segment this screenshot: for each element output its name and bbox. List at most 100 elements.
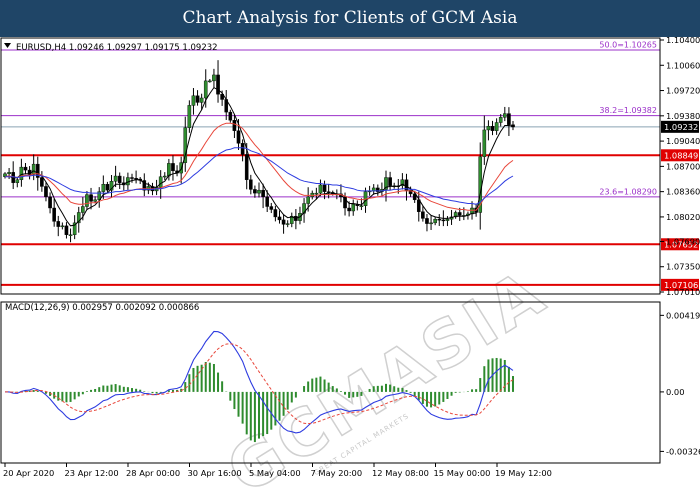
candle-body (486, 126, 491, 131)
candle-body (326, 191, 331, 193)
candle-body (306, 196, 310, 204)
candle-body (249, 179, 253, 190)
current-price-label: 1.09232 (664, 122, 698, 132)
candle-body (23, 166, 28, 171)
candle-body (257, 189, 261, 194)
candle-body (482, 129, 487, 157)
chart-area: GCMASIAGREAT CAPITAL MARKETS 50.0=1.1026… (0, 37, 700, 500)
time-tick-label: 7 May 20:00 (311, 468, 363, 478)
candle-body (503, 113, 507, 118)
time-tick-label: 5 May 04:00 (249, 468, 301, 478)
candle-body (277, 216, 282, 221)
candle-body (195, 95, 200, 103)
fib-level-label: 23.6=1.08290 (599, 187, 657, 196)
candle-body (7, 172, 11, 175)
candle-body (441, 219, 446, 222)
candle-body (498, 117, 503, 123)
candle-body (15, 179, 20, 183)
candle-body (359, 205, 364, 207)
time-tick-label: 23 Apr 12:00 (65, 468, 119, 478)
price-tick-label: 1.09720 (666, 86, 700, 96)
candle-body (208, 80, 212, 83)
price-tick-label: 1.07350 (666, 262, 700, 272)
macd-info: MACD(12,26,9) 0.002957 0.002092 0.000866 (5, 303, 199, 313)
price-tick-label: 1.08700 (666, 161, 700, 171)
candle-body (212, 74, 216, 82)
candle-body (85, 194, 89, 207)
candle-body (203, 80, 208, 99)
candle-body (265, 196, 269, 207)
candle-body (199, 97, 204, 103)
candle-body (228, 111, 233, 121)
candle-body (244, 154, 249, 180)
candle-body (162, 175, 167, 178)
time-tick-label: 20 Apr 2020 (3, 468, 54, 478)
price-tick-label: 1.07010 (666, 287, 700, 297)
price-tick-label: 1.08020 (666, 212, 700, 222)
candle-body (269, 206, 274, 210)
candle-body (60, 225, 65, 228)
fib-level-label: 50.0=1.10265 (599, 41, 657, 50)
macd-tick-label: 0.00 (666, 387, 684, 397)
price-tick-label: 1.10400 (666, 37, 700, 45)
candle-body (281, 219, 286, 225)
candle-body (134, 178, 138, 180)
candle-body (457, 212, 462, 216)
candle-body (322, 184, 327, 192)
candle-body (494, 122, 499, 131)
macd-tick-label: 0.004197 (666, 310, 700, 320)
candle-body (421, 211, 425, 219)
candle-body (52, 207, 56, 222)
candle-body (81, 206, 85, 213)
candle-body (261, 189, 265, 198)
candle-body (158, 176, 163, 188)
candle-body (48, 196, 52, 209)
candle-body (89, 194, 93, 202)
candle-body (507, 113, 511, 125)
candle-body (191, 95, 196, 106)
time-tick-label: 30 Apr 16:00 (188, 468, 242, 478)
candle-body (253, 189, 257, 194)
candle-body (93, 199, 97, 202)
symbol-info: EURUSD,H4 1.09246 1.09297 1.09175 1.0923… (16, 43, 218, 53)
candle-body (240, 143, 245, 155)
candle-body (113, 175, 118, 182)
candle-body (351, 204, 356, 212)
time-tick-label: 19 May 12:00 (495, 468, 552, 478)
banner-title: Chart Analysis for Clients of GCM Asia (0, 0, 700, 37)
candle-body (285, 223, 290, 225)
candle-body (347, 207, 351, 212)
candle-body (171, 163, 175, 172)
candle-body (105, 184, 110, 191)
candle-body (490, 126, 495, 131)
time-tick-label: 15 May 00:00 (434, 468, 491, 478)
candle-body (167, 163, 171, 177)
time-tick-label: 12 May 08:00 (372, 468, 429, 478)
candle-body (437, 218, 442, 221)
price-tick-label: 1.09040 (666, 136, 700, 146)
candle-body (117, 175, 122, 183)
time-tick-label: 28 Apr 00:00 (126, 468, 180, 478)
candle-body (236, 130, 241, 144)
candle-body (445, 218, 450, 221)
candle-body (40, 177, 44, 187)
price-tick-label: 1.10060 (666, 60, 700, 70)
fib-level-label: 38.2=1.09382 (599, 106, 657, 115)
sr-price-label: 1.08849 (664, 150, 698, 160)
candle-body (388, 177, 392, 186)
candle-body (216, 74, 220, 95)
candle-body (56, 221, 61, 227)
candle-body (429, 222, 433, 225)
candle-body (273, 209, 278, 218)
candle-body (232, 120, 237, 131)
candle-body (314, 192, 319, 195)
price-tick-label: 1.09380 (666, 111, 700, 121)
candle-body (130, 177, 134, 179)
price-tick-label: 1.08360 (666, 187, 700, 197)
candle-body (64, 225, 69, 235)
candle-body (425, 218, 429, 224)
candle-body (318, 184, 323, 194)
macd-tick-label: -0.003262 (666, 446, 700, 456)
candle-body (433, 218, 437, 224)
candle-body (44, 186, 48, 198)
